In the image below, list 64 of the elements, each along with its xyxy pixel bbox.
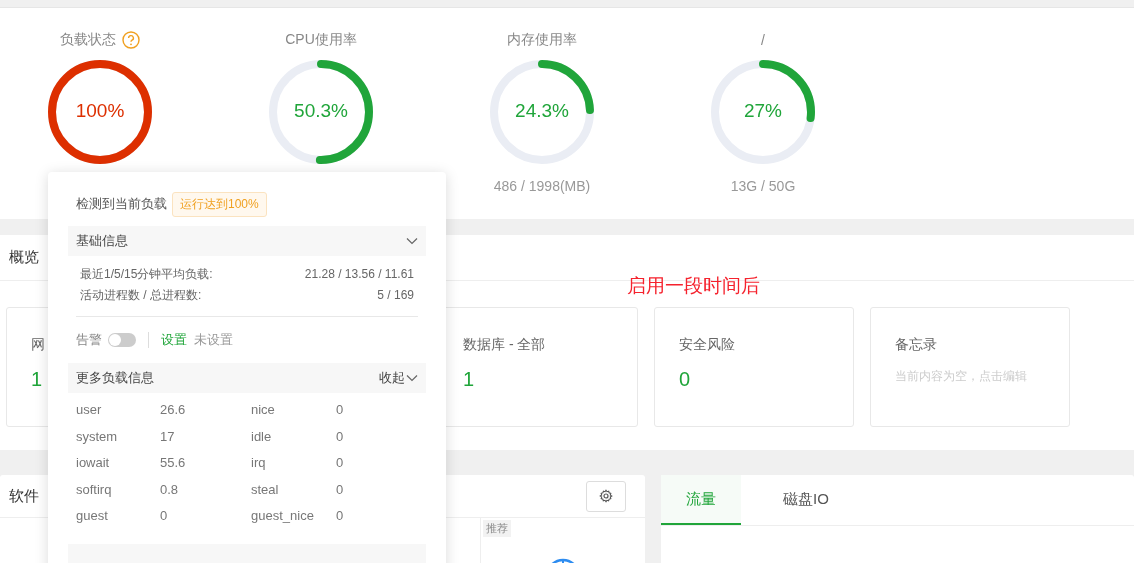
stat-value: 0 [336, 454, 345, 472]
card-value: 0 [679, 368, 691, 391]
help-icon[interactable] [122, 31, 140, 49]
section-title: 基础信息 [76, 232, 128, 250]
collapse-toggle[interactable]: 收起 [379, 369, 418, 387]
section-header[interactable]: 更多负载信息 收起 [68, 363, 426, 393]
stat-name: softirq [76, 480, 113, 499]
alarm-status: 未设置 [194, 331, 233, 349]
stat-name: idle [251, 427, 273, 446]
settings-icon [599, 489, 613, 503]
stat-name: irq [251, 454, 267, 472]
info-value: 5 / 169 [377, 287, 414, 304]
stat-name: user [76, 401, 103, 419]
card-label: 网 [31, 336, 45, 354]
settings-link[interactable]: 设置 [161, 331, 187, 349]
alarm-toggle[interactable] [108, 333, 136, 347]
section-title: 更多负载信息 [76, 369, 154, 387]
stat-name: system [76, 427, 119, 446]
settings-button[interactable] [586, 480, 626, 512]
stat-value: 26.6 [160, 401, 187, 419]
gauge-detail: 486 / 1998(MB) [493, 178, 591, 194]
stat-name: nice [251, 401, 276, 419]
stat-card[interactable]: 安全风险 0 [654, 307, 854, 427]
card-value: 1 [463, 368, 475, 391]
gauge-detail: 13G / 50G [730, 178, 796, 194]
card-label: 数据库 - 全部 [463, 336, 546, 354]
stat-value: 17 [160, 427, 176, 446]
app-card[interactable]: 推荐 [480, 518, 645, 563]
info-value: 21.28 / 13.56 / 11.61 [304, 266, 414, 283]
gauge-value: 100% [74, 100, 126, 122]
card-value: 1 [31, 368, 43, 391]
gauge-title: 内存使用率 [507, 31, 577, 49]
stat-value: 0 [160, 507, 169, 525]
stat-value: 0 [336, 427, 345, 446]
panel-title: 软件 [9, 486, 39, 506]
stat-name: guest [76, 507, 109, 525]
card-label: 备忘录 [895, 336, 937, 354]
info-label: 活动进程数 / 总进程数: [80, 287, 202, 304]
card-label: 安全风险 [679, 336, 735, 354]
gauge-value: 50.3% [293, 100, 349, 122]
stat-value: 0.8 [160, 480, 180, 499]
chevron-down-icon [406, 374, 418, 382]
section-header[interactable]: 基础信息 [68, 226, 426, 256]
stat-name: guest_nice [251, 507, 315, 525]
gauge-title: CPU使用率 [285, 31, 357, 49]
gauge-value: 24.3% [514, 100, 570, 122]
stat-value: 0 [336, 507, 345, 525]
popover-heading: 检测到当前负载 [76, 195, 167, 213]
gauge-value: 27% [743, 100, 783, 122]
tab[interactable]: 流量 [661, 475, 741, 525]
status-badge: 运行达到100% [172, 191, 267, 217]
stat-value: 0 [336, 401, 345, 419]
info-label: 最近1/5/15分钟平均负载: [80, 266, 213, 283]
stat-value: 0 [336, 480, 345, 499]
stat-name: iowait [76, 454, 111, 472]
gauge-title: 负载状态 [60, 31, 116, 49]
section-title: 概览 [9, 248, 39, 267]
chevron-down-icon [406, 237, 418, 245]
gauge-title: / [761, 32, 765, 48]
annotation-text: 启用一段时间后 [627, 274, 760, 298]
stat-name: steal [251, 480, 280, 499]
recommend-tag: 推荐 [483, 520, 511, 537]
alarm-label: 告警 [76, 331, 102, 349]
stat-value: 55.6 [160, 454, 187, 472]
